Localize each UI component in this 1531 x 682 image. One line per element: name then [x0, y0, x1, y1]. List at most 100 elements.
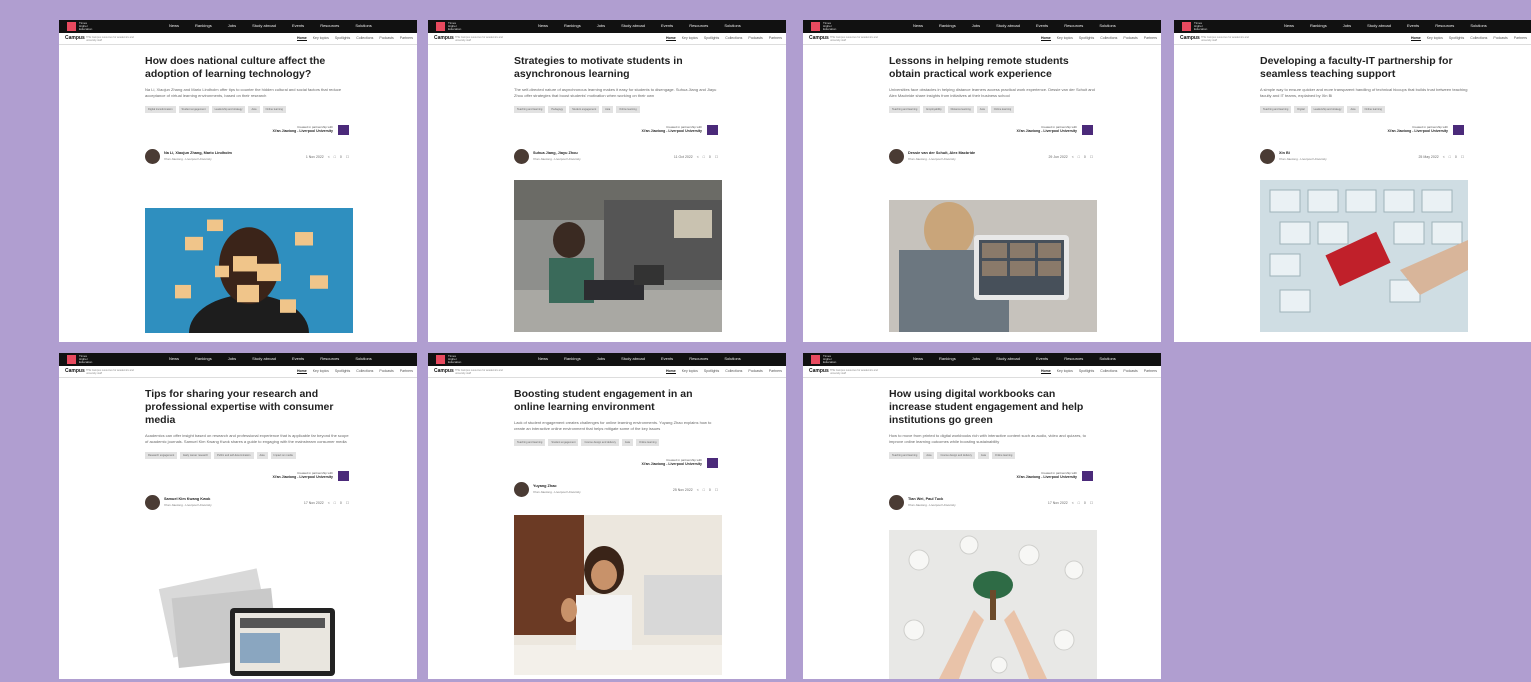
main-nav-item[interactable]: Resources: [320, 356, 339, 361]
the-logo[interactable]: [811, 355, 820, 364]
section-nav-item[interactable]: Collections: [1100, 36, 1117, 41]
comment-icon[interactable]: □: [703, 155, 705, 159]
main-nav-item[interactable]: Jobs: [228, 23, 236, 28]
section-nav-item[interactable]: Home: [1410, 36, 1421, 41]
main-nav-item[interactable]: Solutions: [724, 23, 740, 28]
section-nav-item[interactable]: Collections: [1100, 369, 1117, 374]
main-nav-item[interactable]: Jobs: [972, 356, 980, 361]
share-icon[interactable]: <: [697, 155, 699, 159]
section-nav-item[interactable]: Spotlights: [335, 369, 350, 374]
section-nav-item[interactable]: Partners: [769, 369, 782, 374]
main-nav-item[interactable]: Events: [1036, 23, 1048, 28]
author-name[interactable]: Tian Wei, Paul Tuck: [908, 497, 943, 501]
main-nav-item[interactable]: Solutions: [1099, 356, 1115, 361]
author-name[interactable]: Yuyang Zhao: [533, 484, 557, 488]
section-nav-item[interactable]: Spotlights: [704, 36, 719, 41]
topic-tag[interactable]: Pedagogy: [548, 106, 567, 113]
main-nav-item[interactable]: News: [913, 23, 923, 28]
main-nav-item[interactable]: Rankings: [564, 23, 581, 28]
comment-icon[interactable]: □: [703, 488, 705, 492]
main-nav-item[interactable]: Study abroad: [996, 356, 1020, 361]
share-icon[interactable]: <: [697, 488, 699, 492]
topic-tag[interactable]: Employability: [923, 106, 945, 113]
section-nav-item[interactable]: Partners: [1514, 36, 1527, 41]
main-nav-item[interactable]: Events: [292, 356, 304, 361]
main-nav-item[interactable]: Rankings: [939, 23, 956, 28]
topic-tag[interactable]: Asia: [256, 452, 268, 459]
avatar[interactable]: [145, 149, 160, 164]
main-nav-item[interactable]: Solutions: [355, 23, 371, 28]
topic-tag[interactable]: Online learning: [990, 106, 1015, 113]
partner-logo[interactable]: [707, 458, 718, 468]
main-nav-item[interactable]: Solutions: [1099, 23, 1115, 28]
bookmark-icon[interactable]: ☐: [715, 155, 718, 159]
main-nav-item[interactable]: Jobs: [972, 23, 980, 28]
main-nav-item[interactable]: Jobs: [228, 356, 236, 361]
campus-label[interactable]: Campus: [809, 35, 829, 41]
article-title[interactable]: Developing a faculty-IT partnership for …: [1260, 55, 1468, 81]
article-title[interactable]: How does national culture affect the ado…: [145, 55, 353, 81]
topic-tag[interactable]: Asia: [1347, 106, 1359, 113]
topic-tag[interactable]: Student engagement: [569, 106, 600, 113]
topic-tag[interactable]: Asia: [976, 106, 988, 113]
section-nav-item[interactable]: Home: [665, 369, 676, 374]
topic-tag[interactable]: Course design and delivery: [581, 439, 619, 446]
main-nav-item[interactable]: News: [538, 356, 548, 361]
main-nav-item[interactable]: Solutions: [355, 356, 371, 361]
section-nav-item[interactable]: Podcasts: [379, 369, 393, 374]
main-nav-item[interactable]: Resources: [320, 23, 339, 28]
section-nav-item[interactable]: Collections: [725, 369, 742, 374]
topic-tag[interactable]: Asia: [923, 452, 935, 459]
bookmark-icon[interactable]: ☐: [715, 488, 718, 492]
main-nav-item[interactable]: Resources: [1064, 356, 1083, 361]
main-nav-item[interactable]: News: [913, 356, 923, 361]
partner-logo[interactable]: [1453, 125, 1464, 135]
topic-tag[interactable]: Student engagement: [548, 439, 579, 446]
partner-logo[interactable]: [1082, 125, 1093, 135]
main-nav-item[interactable]: Solutions: [724, 356, 740, 361]
campus-label[interactable]: Campus: [1180, 35, 1200, 41]
section-nav-item[interactable]: Home: [296, 36, 307, 41]
main-nav-item[interactable]: Rankings: [564, 356, 581, 361]
the-logo[interactable]: [67, 355, 76, 364]
section-nav-item[interactable]: Key topics: [313, 36, 329, 41]
section-nav-item[interactable]: Podcasts: [1123, 36, 1137, 41]
main-nav-item[interactable]: News: [169, 23, 179, 28]
section-nav-item[interactable]: Spotlights: [1079, 369, 1094, 374]
avatar[interactable]: [514, 149, 529, 164]
campus-label[interactable]: Campus: [434, 35, 454, 41]
comment-icon[interactable]: □: [1449, 155, 1451, 159]
topic-tag[interactable]: Impact on media: [270, 452, 296, 459]
main-nav-item[interactable]: Events: [292, 23, 304, 28]
main-nav-item[interactable]: Rankings: [1310, 23, 1327, 28]
main-nav-item[interactable]: Rankings: [195, 356, 212, 361]
main-nav-item[interactable]: Study abroad: [996, 23, 1020, 28]
main-nav-item[interactable]: Study abroad: [252, 356, 276, 361]
main-nav-item[interactable]: Rankings: [939, 356, 956, 361]
section-nav-item[interactable]: Partners: [400, 36, 413, 41]
section-nav-item[interactable]: Partners: [400, 369, 413, 374]
bookmark-icon[interactable]: ☐: [1090, 155, 1093, 159]
main-nav-item[interactable]: Resources: [689, 356, 708, 361]
main-nav-item[interactable]: Jobs: [1343, 23, 1351, 28]
main-nav-item[interactable]: Study abroad: [1367, 23, 1391, 28]
section-nav-item[interactable]: Collections: [356, 36, 373, 41]
campus-label[interactable]: Campus: [65, 368, 85, 374]
topic-tag[interactable]: Asia: [602, 106, 614, 113]
topic-tag[interactable]: Teaching and learning: [514, 439, 546, 446]
topic-tag[interactable]: Online learning: [616, 106, 640, 113]
section-nav-item[interactable]: Key topics: [313, 369, 329, 374]
section-nav-item[interactable]: Partners: [1144, 369, 1157, 374]
article-title[interactable]: Tips for sharing your research and profe…: [145, 388, 353, 427]
share-icon[interactable]: <: [1443, 155, 1445, 159]
the-logo[interactable]: [1182, 22, 1191, 31]
author-name[interactable]: Xin Bi: [1279, 151, 1290, 155]
main-nav-item[interactable]: Events: [1407, 23, 1419, 28]
main-nav-item[interactable]: Resources: [1064, 23, 1083, 28]
topic-tag[interactable]: Teaching and learning: [514, 106, 546, 113]
partner-logo[interactable]: [1082, 471, 1093, 481]
main-nav-item[interactable]: Rankings: [195, 23, 212, 28]
article-title[interactable]: How using digital workbooks can increase…: [889, 388, 1097, 427]
topic-tag[interactable]: Early career research: [180, 452, 212, 459]
avatar[interactable]: [514, 482, 529, 497]
